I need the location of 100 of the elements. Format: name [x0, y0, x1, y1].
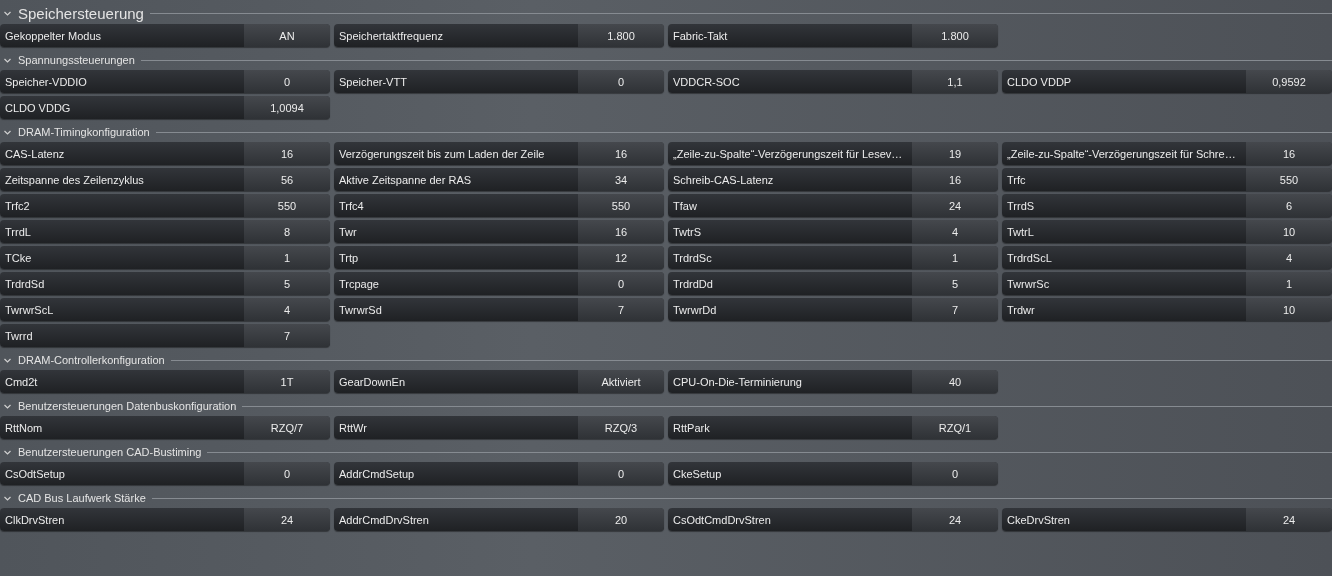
- setting-value[interactable]: 7: [912, 298, 998, 321]
- setting-label: TwrwrSd: [338, 302, 383, 318]
- setting-value[interactable]: 550: [244, 194, 330, 217]
- setting-value[interactable]: RZQ/1: [912, 416, 998, 439]
- setting-value[interactable]: Aktiviert: [578, 370, 664, 393]
- setting-label: TrdrdScL: [1006, 250, 1053, 266]
- setting-label: VDDCR-SOC: [672, 74, 741, 90]
- setting-label: TrdrdSc: [672, 250, 713, 266]
- setting-value[interactable]: 5: [912, 272, 998, 295]
- setting-label: CkeSetup: [672, 466, 723, 482]
- setting-label: Zeitspanne des Zeilenzyklus: [4, 172, 145, 188]
- setting-label: TrrdL: [4, 224, 32, 240]
- setting-label: Speichertaktfrequenz: [338, 28, 444, 44]
- setting-value[interactable]: 56: [244, 168, 330, 191]
- setting-value[interactable]: 0: [578, 272, 664, 295]
- setting-label: CkeDrvStren: [1006, 512, 1071, 528]
- setting-label: Twr: [338, 224, 358, 240]
- setting-label: Tfaw: [672, 198, 698, 214]
- setting-label: GearDownEn: [338, 374, 407, 390]
- setting-value[interactable]: 20: [578, 508, 664, 531]
- setting-label: Trfc2: [4, 198, 31, 214]
- setting-label: RttWr: [338, 420, 368, 436]
- setting-value[interactable]: 1,0094: [244, 96, 330, 119]
- setting-value[interactable]: 8: [244, 220, 330, 243]
- setting-value[interactable]: 6: [1246, 194, 1332, 217]
- setting-value[interactable]: 7: [244, 324, 330, 347]
- setting-label: Verzögerungszeit bis zum Laden der Zeile: [338, 146, 546, 162]
- setting-label: CPU-On-Die-Terminierung: [672, 374, 803, 390]
- setting-label: TwtrS: [672, 224, 703, 240]
- setting-label: Twrrd: [4, 328, 34, 344]
- setting-value[interactable]: 1.800: [578, 24, 664, 47]
- setting-label: Trcpage: [338, 276, 380, 292]
- setting-value[interactable]: 0: [912, 462, 998, 485]
- setting-value[interactable]: 19: [912, 142, 998, 165]
- setting-value[interactable]: RZQ/7: [244, 416, 330, 439]
- setting-value[interactable]: 4: [1246, 246, 1332, 269]
- setting-value[interactable]: 1: [244, 246, 330, 269]
- setting-label: CsOdtSetup: [4, 466, 66, 482]
- setting-value[interactable]: 24: [912, 508, 998, 531]
- setting-label: „Zeile-zu-Spalte“-Verzögerungszeit für Schre…: [1006, 146, 1237, 162]
- setting-label: ClkDrvStren: [4, 512, 66, 528]
- setting-label: TrdrdSd: [4, 276, 46, 292]
- setting-value[interactable]: 4: [912, 220, 998, 243]
- section-title: DRAM-Timingkonfiguration: [18, 126, 150, 138]
- setting-label: Trtp: [338, 250, 360, 266]
- setting-label: TwtrL: [1006, 224, 1035, 240]
- setting-value[interactable]: 10: [1246, 220, 1332, 243]
- setting-label: Speicher-VDDIO: [4, 74, 88, 90]
- setting-label: „Zeile-zu-Spalte“-Verzögerungszeit für Lesev…: [672, 146, 904, 162]
- section-title: Benutzersteuerungen Datenbuskonfiguration: [18, 400, 237, 412]
- setting-label: CLDO VDDG: [4, 100, 72, 116]
- setting-value[interactable]: 1.800: [912, 24, 998, 47]
- setting-value[interactable]: 0: [578, 462, 664, 485]
- setting-value[interactable]: 1T: [244, 370, 330, 393]
- setting-value[interactable]: 10: [1246, 298, 1332, 321]
- setting-value[interactable]: AN: [244, 24, 330, 47]
- setting-label: TCke: [4, 250, 33, 266]
- setting-label: TrdrdDd: [672, 276, 714, 292]
- setting-label: TwrwrSc: [1006, 276, 1051, 292]
- setting-label: RttPark: [672, 420, 711, 436]
- setting-value[interactable]: 0: [244, 70, 330, 93]
- setting-label: RttNom: [4, 420, 44, 436]
- setting-label: CAS-Latenz: [4, 146, 66, 162]
- setting-value[interactable]: 34: [578, 168, 664, 191]
- setting-value[interactable]: 24: [244, 508, 330, 531]
- setting-value[interactable]: 16: [912, 168, 998, 191]
- setting-value[interactable]: 0,9592: [1246, 70, 1332, 93]
- setting-label: Trfc4: [338, 198, 365, 214]
- setting-value[interactable]: 12: [578, 246, 664, 269]
- setting-value[interactable]: RZQ/3: [578, 416, 664, 439]
- setting-label: AddrCmdDrvStren: [338, 512, 430, 528]
- setting-value[interactable]: 16: [1246, 142, 1332, 165]
- section-title: DRAM-Controllerkonfiguration: [18, 354, 165, 366]
- setting-value[interactable]: 24: [1246, 508, 1332, 531]
- setting-label: Aktive Zeitspanne der RAS: [338, 172, 473, 188]
- setting-value[interactable]: 40: [912, 370, 998, 393]
- setting-label: TwrwrScL: [4, 302, 55, 318]
- setting-label: Trfc: [1006, 172, 1027, 188]
- setting-value[interactable]: 1: [912, 246, 998, 269]
- setting-value[interactable]: 5: [244, 272, 330, 295]
- setting-label: CLDO VDDP: [1006, 74, 1073, 90]
- setting-value[interactable]: 16: [244, 142, 330, 165]
- setting-value[interactable]: 550: [1246, 168, 1332, 191]
- setting-value[interactable]: 7: [578, 298, 664, 321]
- setting-value[interactable]: 16: [578, 142, 664, 165]
- setting-value[interactable]: 0: [578, 70, 664, 93]
- setting-label: AddrCmdSetup: [338, 466, 416, 482]
- setting-value[interactable]: 16: [578, 220, 664, 243]
- section-title: Benutzersteuerungen CAD-Bustiming: [18, 446, 202, 458]
- setting-value[interactable]: 1,1: [912, 70, 998, 93]
- setting-label: TwrwrDd: [672, 302, 718, 318]
- setting-value[interactable]: 0: [244, 462, 330, 485]
- setting-value[interactable]: 1: [1246, 272, 1332, 295]
- setting-value[interactable]: 24: [912, 194, 998, 217]
- setting-label: Trdwr: [1006, 302, 1036, 318]
- section-title: CAD Bus Laufwerk Stärke: [18, 492, 146, 504]
- setting-label: Cmd2t: [4, 374, 39, 390]
- setting-value[interactable]: 550: [578, 194, 664, 217]
- setting-label: Gekoppelter Modus: [4, 28, 102, 44]
- setting-value[interactable]: 4: [244, 298, 330, 321]
